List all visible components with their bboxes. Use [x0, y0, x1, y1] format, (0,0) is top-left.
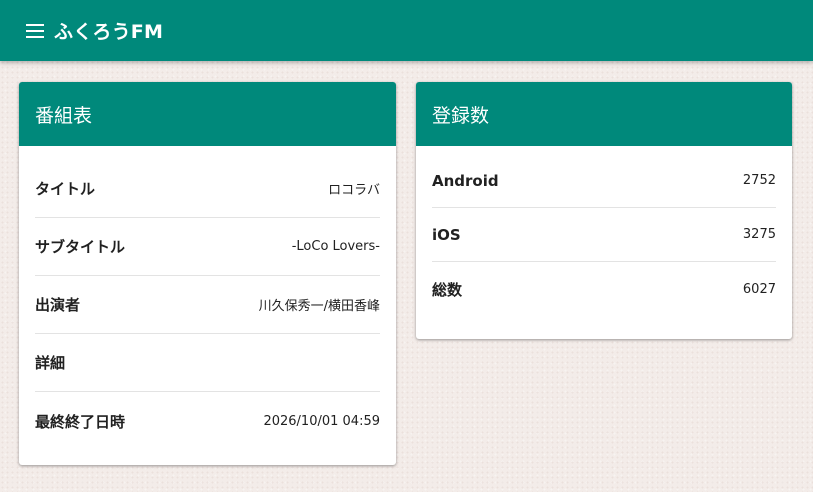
subscriptions-list: Android 2752 iOS 3275 総数 6027 — [416, 146, 792, 316]
row-label: タイトル — [35, 180, 96, 198]
row-value: 6027 — [742, 281, 776, 297]
program-details-list: タイトル ロコラバ サブタイトル -LoCo Lovers- 出演者 川久保秀一… — [19, 146, 396, 450]
row-value: 2026/10/01 04:59 — [263, 413, 380, 429]
subscriptions-row-android: Android 2752 — [432, 154, 776, 208]
program-row-title: タイトル ロコラバ — [35, 160, 380, 218]
subscriptions-row-total: 総数 6027 — [432, 262, 776, 316]
row-label: 出演者 — [35, 296, 81, 314]
subscriptions-row-ios: iOS 3275 — [432, 208, 776, 262]
program-row-subtitle: サブタイトル -LoCo Lovers- — [35, 218, 380, 276]
program-schedule-card: 番組表 タイトル ロコラバ サブタイトル -LoCo Lovers- 出演者 川… — [19, 82, 396, 465]
subscriptions-card: 登録数 Android 2752 iOS 3275 総数 6027 — [416, 82, 792, 339]
row-label: 総数 — [432, 280, 463, 299]
row-label: サブタイトル — [35, 238, 126, 256]
row-value: 2752 — [742, 173, 776, 188]
row-label: Android — [432, 171, 499, 190]
app-bar: ふくろうFM — [0, 0, 813, 61]
program-row-last-end-time: 最終終了日時 2026/10/01 04:59 — [35, 392, 380, 450]
row-value: -LoCo Lovers- — [291, 239, 380, 254]
program-card-title: 番組表 — [19, 82, 396, 146]
program-row-performers: 出演者 川久保秀一/横田香峰 — [35, 276, 380, 334]
row-value: 3275 — [742, 227, 776, 242]
row-label: 最終終了日時 — [35, 412, 126, 431]
row-value: ロコラバ — [328, 183, 380, 198]
row-value: 川久保秀一/横田香峰 — [258, 299, 380, 314]
hamburger-menu-icon[interactable] — [24, 20, 46, 42]
program-row-details: 詳細 — [35, 334, 380, 392]
row-label: iOS — [432, 225, 461, 244]
row-label: 詳細 — [35, 354, 66, 372]
subscriptions-card-title: 登録数 — [416, 82, 792, 146]
app-title: ふくろうFM — [54, 21, 164, 43]
